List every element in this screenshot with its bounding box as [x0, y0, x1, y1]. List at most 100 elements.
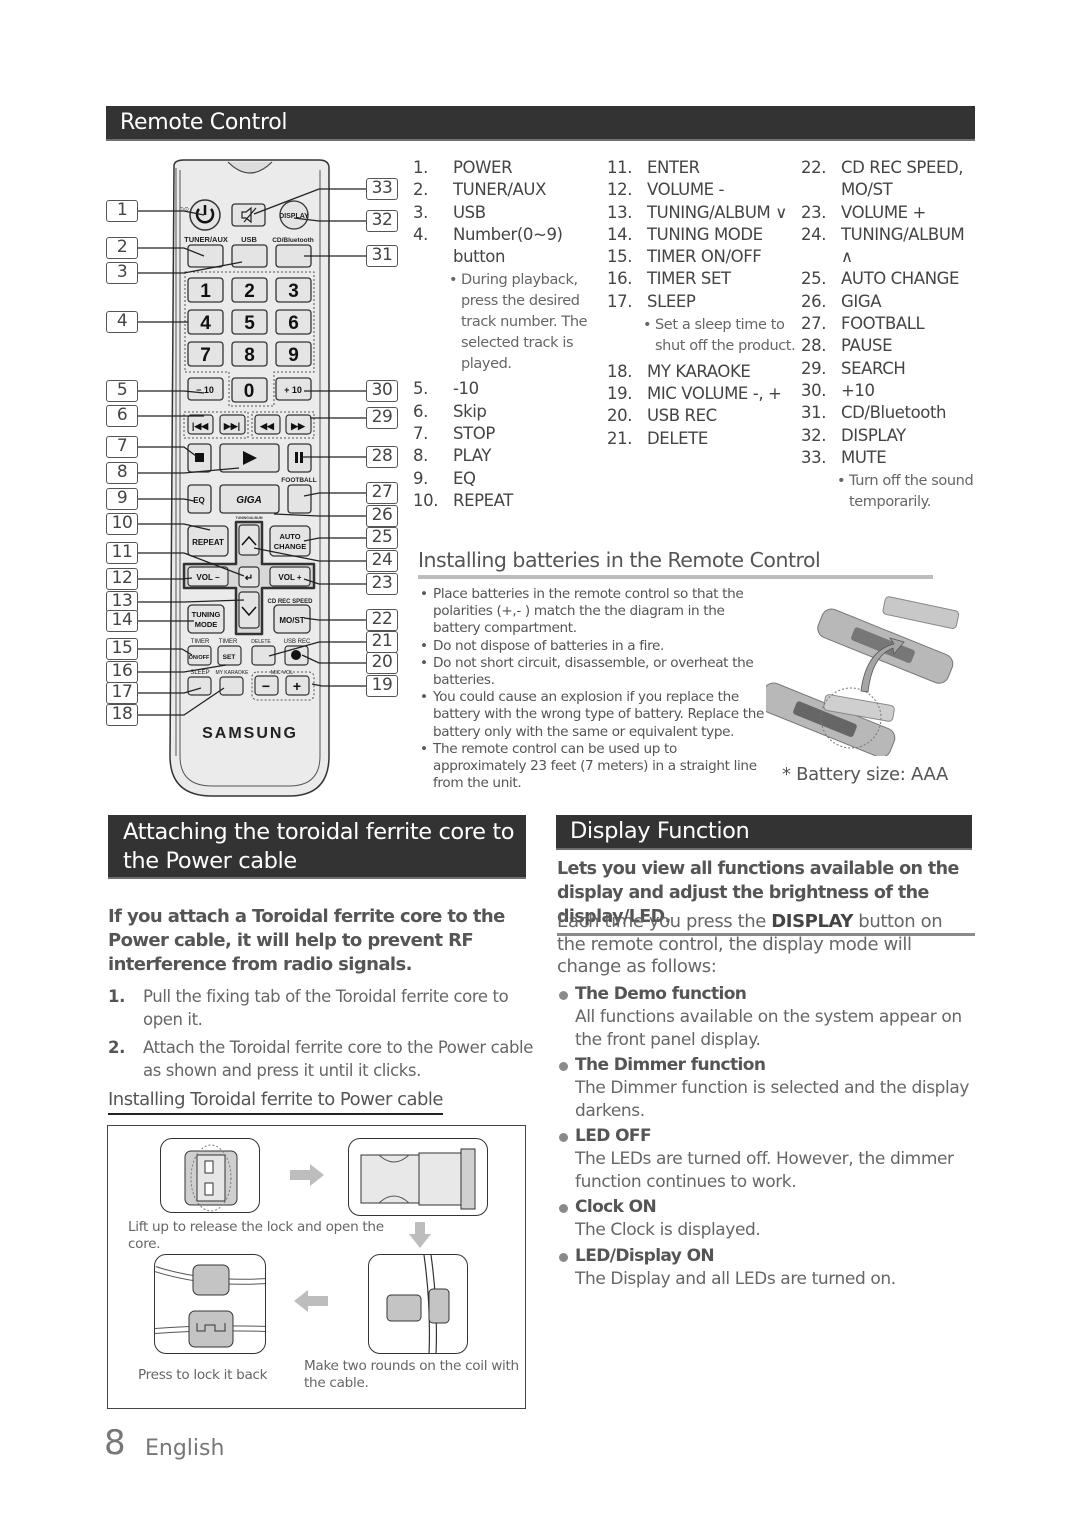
button-number: 29. [801, 358, 827, 378]
button-list-item: 10. REPEAT [413, 490, 593, 512]
samsung-logo: SAMSUNG [202, 725, 298, 742]
battery-instruction: Do not short circuit, disassemble, or ov… [420, 655, 765, 689]
svg-text:VOL +: VOL + [278, 573, 302, 582]
display-function-lead: Each time you press the DISPLAY button o… [557, 911, 975, 979]
arrow-right-icon [290, 1164, 324, 1186]
display-function-section-header: Display Function [556, 815, 972, 850]
sleep-button [187, 676, 212, 696]
svg-text:▶▶: ▶▶ [290, 421, 306, 431]
display-mode-title: Clock ON [557, 1196, 977, 1219]
svg-text:MO/ST: MO/ST [279, 616, 304, 625]
callout-number: 7 [106, 436, 138, 458]
battery-instruction: Place batteries in the remote control so… [420, 586, 765, 638]
toroidal-subheading: Installing Toroidal ferrite to Power cab… [108, 1089, 444, 1115]
number-key-label: 5 [244, 313, 255, 334]
section-title: Attaching the toroidal ferrite core to t… [123, 819, 515, 874]
button-list-item: 23. VOLUME + [801, 202, 976, 224]
callout-number: 33 [366, 178, 398, 200]
button-list-item: 13. TUNING/ALBUM ∨ [607, 202, 797, 224]
button-list-column-2: 11. ENTER 12. VOLUME - 13. TUNING/ALBUM ∨ 14. T… [607, 157, 797, 450]
button-name: VOLUME + [841, 202, 926, 222]
display-mode-description: The Clock is displayed. [575, 1220, 761, 1240]
callout-number: 18 [106, 704, 138, 726]
button-number: 6. [413, 401, 428, 421]
button-number: 18. [607, 361, 633, 381]
toroidal-diagram-box: Lift up to release the lock and open the… [107, 1125, 526, 1409]
svg-text:USB: USB [241, 235, 257, 244]
callout-number: 21 [366, 631, 398, 653]
svg-text:CHANGE: CHANGE [274, 542, 307, 551]
button-number: 33. [801, 447, 827, 467]
svg-text:AUTO: AUTO [279, 532, 300, 541]
button-name: FOOTBALL [841, 314, 925, 334]
button-name: SEARCH [841, 358, 906, 378]
callout-number: 28 [366, 446, 398, 468]
display-mode-item: LED/Display ON The Display and all LEDs a… [557, 1245, 977, 1291]
button-list-item: 8. PLAY [413, 445, 593, 467]
button-name: TIMER SET [647, 269, 731, 289]
callout-number: 5 [106, 380, 138, 402]
button-list-item: 3. USB [413, 202, 593, 224]
toroidal-section-header: Attaching the toroidal ferrite core to t… [108, 815, 526, 879]
svg-text:REPEAT: REPEAT [192, 538, 224, 547]
display-mode-description: All functions available on the system ap… [575, 1007, 962, 1050]
callout-number: 30 [366, 380, 398, 402]
button-name: Skip [453, 401, 487, 421]
button-note: Set a sleep time to shut off the product… [607, 315, 797, 357]
callout-number: 10 [106, 513, 138, 535]
number-key-label: 2 [244, 281, 255, 302]
button-number: 8. [413, 446, 428, 466]
display-mode-item: LED OFF The LEDs are turned off. However,… [557, 1125, 977, 1193]
callout-number: 23 [366, 573, 398, 595]
button-name: USB [453, 202, 486, 222]
button-name: MUTE [841, 447, 887, 467]
step-number: 1. [108, 987, 125, 1006]
svg-text:TIMER: TIMER [219, 639, 238, 645]
number-pad: 1 2 3 4 5 6 7 8 9 [187, 277, 312, 367]
button-list-item: 22. CD REC SPEED, MO/ST [801, 157, 976, 202]
callout-number: 22 [366, 609, 398, 631]
button-number: 2. [413, 180, 428, 200]
button-number: 3. [413, 202, 428, 222]
button-number: 1. [413, 158, 428, 177]
button-number: 23. [801, 202, 827, 222]
number-key-label: 7 [200, 345, 211, 366]
button-name: TIMER ON/OFF [647, 247, 762, 267]
button-list-item: 20. USB REC [607, 405, 797, 427]
mute-button [231, 203, 266, 227]
battery-instruction: The remote control can be used up to app… [420, 741, 765, 793]
button-number: 30. [801, 380, 827, 400]
button-number: 13. [607, 202, 633, 222]
button-name: CD REC SPEED, MO/ST [841, 158, 964, 200]
button-note: Turn off the sound temporarily. [801, 471, 976, 513]
number-key-label: 6 [288, 313, 299, 334]
button-name: DISPLAY [841, 425, 906, 445]
step-text: Attach the Toroidal ferrite core to the … [143, 1038, 533, 1080]
button-number: 24. [801, 224, 827, 244]
svg-text:TUNING/ALBUM: TUNING/ALBUM [235, 516, 262, 520]
svg-text:ON/OFF: ON/OFF [189, 655, 210, 661]
button-list-item: 18. MY KARAOKE [607, 361, 797, 383]
button-number: 31. [801, 403, 827, 423]
button-list-item: 24. TUNING/ALBUM ∧ [801, 224, 976, 269]
callout-number: 6 [106, 405, 138, 427]
toroidal-steps: 1. Pull the fixing tab of the Toroidal fe… [108, 985, 533, 1087]
arrow-left-icon [294, 1290, 328, 1312]
button-name: TUNING MODE [647, 224, 763, 244]
button-number: 28. [801, 336, 827, 356]
pause-icon [295, 452, 298, 463]
svg-text:TUNING: TUNING [192, 610, 221, 619]
svg-text:MIC VOL: MIC VOL [271, 670, 294, 676]
my-karaoke-button [219, 676, 244, 696]
svg-text:CD REC SPEED: CD REC SPEED [267, 599, 313, 605]
button-name: -10 [453, 379, 479, 399]
button-list-item: 33. MUTE [801, 447, 976, 469]
button-name: CD/Bluetooth [841, 403, 947, 423]
remote-control-section-header: Remote Control [106, 106, 975, 141]
enter-icon: ↵ [245, 573, 253, 584]
button-list-item: 17. SLEEP [607, 291, 797, 313]
callout-number: 2 [106, 237, 138, 259]
tuning-down-button [238, 591, 260, 629]
svg-text:▶▶|: ▶▶| [223, 421, 240, 431]
button-number: 20. [607, 406, 633, 426]
